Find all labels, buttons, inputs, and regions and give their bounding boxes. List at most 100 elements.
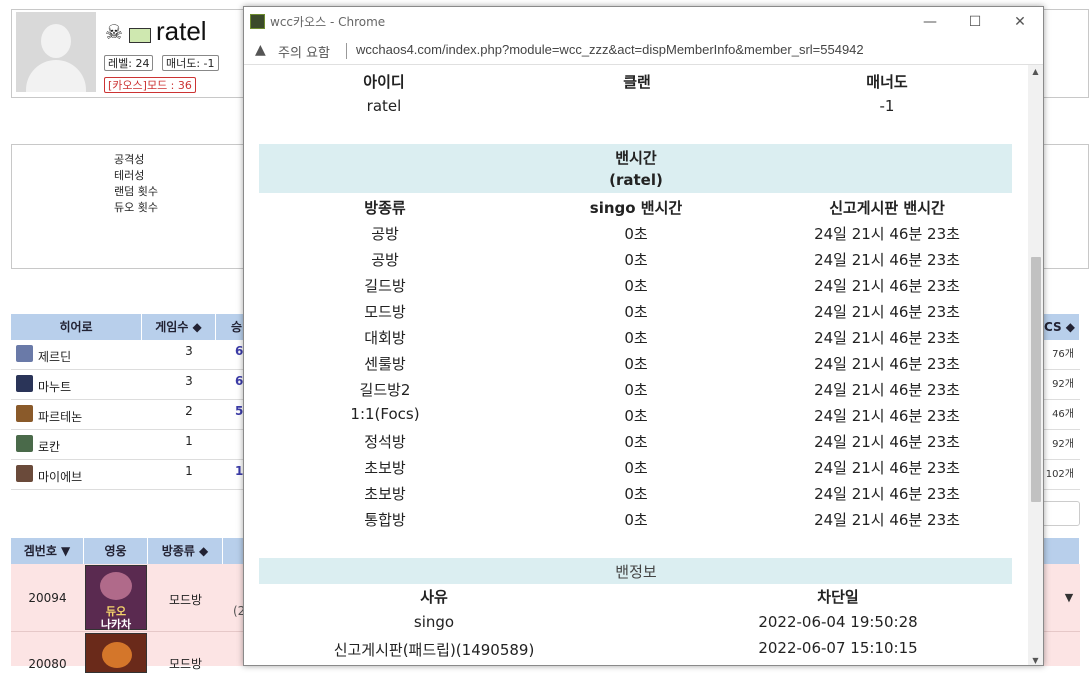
- ban-info-date: 2022-06-07 15:10:15: [758, 639, 918, 657]
- close-button[interactable]: ✕: [998, 7, 1042, 37]
- popup-window: wcc카오스 - Chrome — ☐ ✕ ▲ 주의 요함 wcchaos4.c…: [243, 6, 1044, 666]
- address-bar[interactable]: ▲ 주의 요함 wcchaos4.com/index.php?module=wc…: [244, 37, 1043, 65]
- header-manner: 매너도: [866, 73, 908, 91]
- ban-info-header-date: 차단일: [817, 588, 859, 606]
- flag-icon: [129, 28, 151, 43]
- scroll-up-button[interactable]: ▲: [1028, 67, 1043, 76]
- col-expand: [1058, 538, 1080, 564]
- ban-singo-time: 0초: [624, 407, 648, 425]
- col-hero[interactable]: 영웅: [84, 538, 148, 564]
- hero-portrait-icon: [16, 405, 33, 422]
- hero-cs: 92개: [1052, 379, 1074, 390]
- stat-label-attack: 공격성: [114, 153, 145, 166]
- ban-report-time: 24일 21시 46분 23초: [814, 251, 960, 269]
- hero-name: 파르테논: [38, 410, 83, 424]
- warning-icon[interactable]: ▲: [255, 42, 266, 58]
- col-games[interactable]: 게임수 ◆: [142, 314, 216, 340]
- hero-cs: 102개: [1045, 469, 1074, 480]
- hero-games: 3: [185, 374, 193, 388]
- hero-portrait-icon: [16, 375, 33, 392]
- ban-room: 통합방: [364, 511, 406, 529]
- hero-portrait-icon: 듀오 나카차: [85, 565, 147, 631]
- ban-info-date: 2022-06-04 19:50:28: [758, 613, 918, 631]
- username: ratel: [156, 16, 207, 46]
- ban-singo-time: 0초: [624, 225, 648, 243]
- url-text[interactable]: wcchaos4.com/index.php?module=wcc_zzz&ac…: [356, 42, 864, 57]
- hero-cs: 76개: [1052, 349, 1074, 360]
- address-separator: [346, 43, 347, 59]
- ban-report-time: 24일 21시 46분 23초: [814, 225, 960, 243]
- search-input[interactable]: [1040, 501, 1080, 526]
- manner-badge: 매너도: -1: [162, 55, 219, 71]
- ban-singo-time: 0초: [624, 303, 648, 321]
- scrollbar-thumb[interactable]: [1031, 257, 1041, 502]
- ban-singo-time: 0초: [624, 329, 648, 347]
- ban-room: 정석방: [364, 433, 406, 451]
- hero-games: 3: [185, 344, 193, 358]
- title-bar[interactable]: wcc카오스 - Chrome — ☐ ✕: [244, 7, 1043, 37]
- scroll-down-button[interactable]: ▼: [1028, 656, 1043, 665]
- ban-header-singo: singo 밴시간: [589, 199, 683, 217]
- expand-icon[interactable]: ▼: [1058, 591, 1080, 604]
- header-id: 아이디: [363, 73, 405, 91]
- ban-time-user: (ratel): [609, 171, 663, 189]
- ban-report-time: 24일 21시 46분 23초: [814, 355, 960, 373]
- hero-portrait-icon: [16, 465, 33, 482]
- ban-room: 대회방: [364, 329, 406, 347]
- value-manner: -1: [879, 97, 895, 115]
- member-info-content: 아이디 클랜 매너도 ratel -1 밴시간 (ratel) 방종류 sing…: [244, 65, 1028, 665]
- col-cs[interactable]: CS ◆: [1040, 314, 1080, 340]
- hero-name: 제르딘: [38, 350, 72, 364]
- hero-portrait-icon: [16, 345, 33, 362]
- ban-room: 초보방: [364, 485, 406, 503]
- ban-singo-time: 0초: [624, 277, 648, 295]
- ban-room: 1:1(Focs): [350, 405, 420, 423]
- col-hero[interactable]: 히어로: [11, 314, 142, 340]
- hero-cs: 46개: [1052, 409, 1074, 420]
- ban-room: 공방: [371, 251, 399, 269]
- window-title: wcc카오스 - Chrome: [270, 15, 386, 29]
- ban-room: 모드방: [364, 303, 406, 321]
- ban-room: 길드방: [364, 277, 406, 295]
- maximize-button[interactable]: ☐: [953, 7, 997, 37]
- ban-singo-time: 0초: [624, 355, 648, 373]
- hero-name: 로칸: [38, 440, 61, 454]
- ban-info-header-reason: 사유: [420, 588, 448, 606]
- ban-singo-time: 0초: [624, 511, 648, 529]
- hero-name: 마누트: [38, 380, 72, 394]
- mode-badge: [카오스]모드 : 36: [104, 77, 196, 93]
- ban-singo-time: 0초: [624, 485, 648, 503]
- stat-label-terror: 테러성: [114, 169, 145, 182]
- col-room-type[interactable]: 방종류 ◆: [148, 538, 223, 564]
- ban-report-time: 24일 21시 46분 23초: [814, 277, 960, 295]
- ban-room: 초보방: [364, 459, 406, 477]
- ban-info-reason: singo: [413, 613, 455, 631]
- avatar: [16, 12, 96, 92]
- game-no[interactable]: 20094: [11, 591, 84, 605]
- ban-room: 공방: [371, 225, 399, 243]
- ban-header-room: 방종류: [364, 199, 406, 217]
- hero-portrait-icon: [16, 435, 33, 452]
- minimize-button[interactable]: —: [908, 7, 952, 37]
- hero-cs: 92개: [1052, 439, 1074, 450]
- ban-time-title: 밴시간: [615, 149, 657, 167]
- room-type: 모드방: [168, 593, 203, 607]
- header-clan: 클랜: [623, 73, 651, 91]
- hero-name: 마이에브: [38, 470, 83, 484]
- hero-games: 1: [185, 464, 193, 478]
- game-no[interactable]: 20080: [11, 657, 84, 671]
- ban-report-time: 24일 21시 46분 23초: [814, 407, 960, 425]
- ban-report-time: 24일 21시 46분 23초: [814, 485, 960, 503]
- ban-report-time: 24일 21시 46분 23초: [814, 433, 960, 451]
- col-game-no[interactable]: 겜번호 ▼: [11, 538, 84, 564]
- ban-singo-time: 0초: [624, 251, 648, 269]
- level-badge: 레벨: 24: [104, 55, 154, 71]
- site-favicon-icon: [250, 14, 265, 29]
- stat-label-duo: 듀오 횟수: [114, 201, 158, 214]
- ban-singo-time: 0초: [624, 381, 648, 399]
- ban-room: 길드방2: [359, 381, 411, 399]
- vertical-scrollbar[interactable]: ▲ ▼: [1028, 65, 1043, 665]
- stat-label-random: 랜덤 횟수: [114, 185, 158, 198]
- hero-games: 2: [185, 404, 193, 418]
- security-warning-text[interactable]: 주의 요함: [278, 42, 330, 61]
